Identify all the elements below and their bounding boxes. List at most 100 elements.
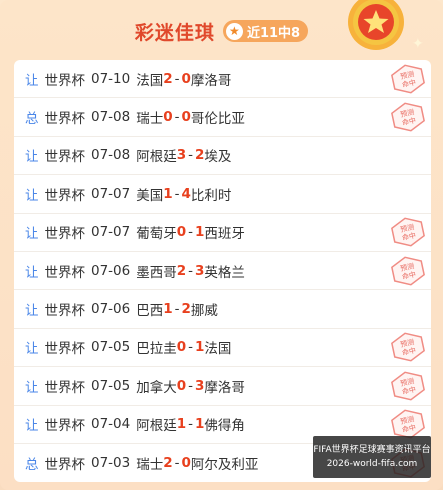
- home-score: 2: [163, 70, 173, 87]
- bet-type-label: 总: [25, 111, 39, 128]
- away-team: 挪威: [190, 303, 218, 320]
- away-team: 法国: [204, 341, 232, 358]
- match-date: 07-05: [91, 339, 131, 356]
- prediction-row[interactable]: 让 世界杯 07-05 加拿大 0 - 3 摩洛哥 预测 命中: [14, 367, 431, 406]
- watermark-line2: 2026-world-fifa.com: [326, 459, 418, 469]
- home-score: 1: [163, 301, 173, 318]
- home-team: 美国: [136, 187, 164, 204]
- home-team: 巴西: [136, 303, 164, 320]
- league-name: 世界杯: [44, 111, 86, 128]
- prediction-row[interactable]: 让 世界杯 07-07 葡萄牙 0 - 1 西班牙 预测 命中: [14, 214, 431, 252]
- home-team: 瑞士: [136, 111, 164, 128]
- league-name: 世界杯: [44, 303, 86, 320]
- away-score: 4: [181, 185, 191, 202]
- away-score: 0: [181, 109, 191, 126]
- league-name: 世界杯: [44, 187, 86, 204]
- bet-type-label: 让: [25, 418, 39, 435]
- away-team: 比利时: [190, 187, 232, 204]
- match-date: 07-05: [91, 377, 131, 394]
- bet-type-label: 让: [25, 264, 39, 281]
- match-date: 07-10: [91, 70, 131, 87]
- league-name: 世界杯: [44, 264, 86, 281]
- away-score: 1: [195, 416, 205, 433]
- prediction-row[interactable]: 让 世界杯 07-05 巴拉圭 0 - 1 法国 预测 命中: [14, 329, 431, 368]
- hit-stamp-icon: 预测命中: [391, 371, 425, 401]
- bet-type-label: 让: [25, 149, 39, 166]
- hit-stamp-icon: 预测命中: [391, 217, 425, 247]
- bet-type-label: 让: [25, 379, 39, 396]
- away-score: 3: [195, 377, 205, 394]
- away-team: 哥伦比亚: [190, 111, 245, 128]
- hit-stamp-icon: 预测命中: [391, 102, 425, 132]
- home-score: 0: [176, 339, 187, 356]
- hit-stamp-icon: 预测命中: [391, 256, 425, 286]
- watermark-line1: FIFA世界杯足球赛事资讯平台: [313, 445, 431, 455]
- prediction-row[interactable]: 让 世界杯 07-08 阿根廷 3 - 2 埃及: [14, 137, 431, 176]
- home-score: 1: [176, 416, 187, 433]
- score-separator: -: [188, 262, 194, 279]
- match-date: 07-08: [91, 147, 131, 164]
- bet-type-label: 让: [25, 226, 39, 243]
- home-score: 0: [176, 377, 187, 394]
- match-date: 07-06: [91, 301, 131, 318]
- prediction-row[interactable]: 让 世界杯 07-06 墨西哥 2 - 3 英格兰 预测 命中: [14, 252, 431, 291]
- match-date: 07-06: [91, 262, 131, 279]
- bet-type-label: 总: [25, 457, 39, 474]
- record-badge: ★ 近11中8: [222, 20, 309, 42]
- match-date: 07-03: [91, 455, 131, 472]
- league-name: 世界杯: [44, 379, 86, 396]
- home-score: 3: [176, 147, 187, 164]
- score-separator: -: [188, 147, 194, 164]
- prediction-row[interactable]: 让 世界杯 07-10 法国 2 - 0 摩洛哥 预测 命中: [14, 60, 431, 99]
- away-score: 0: [181, 455, 191, 472]
- away-score: 0: [181, 70, 191, 87]
- league-name: 世界杯: [44, 457, 86, 474]
- score-separator: -: [188, 339, 194, 356]
- home-score: 0: [176, 224, 187, 241]
- home-score: 2: [176, 262, 187, 279]
- prediction-row[interactable]: 总 世界杯 07-08 瑞士 0 - 0 哥伦比亚 预测 命中: [14, 98, 431, 137]
- medal-icon: [348, 0, 404, 50]
- home-team: 阿根廷: [136, 149, 177, 166]
- score-separator: -: [188, 377, 194, 394]
- home-score: 2: [163, 455, 173, 472]
- away-team: 摩洛哥: [204, 379, 245, 396]
- star-icon: ★: [225, 22, 243, 40]
- match-date: 07-07: [91, 185, 131, 202]
- away-team: 西班牙: [204, 226, 245, 243]
- predictions-panel: 彩迷佳琪 ★ 近11中8 ✦ 让 世界杯 07-10 法国 2 - 0 摩洛哥 …: [0, 0, 443, 490]
- league-name: 世界杯: [44, 226, 86, 243]
- home-team: 墨西哥: [136, 264, 177, 281]
- score-separator: -: [174, 109, 180, 126]
- bet-type-label: 让: [25, 187, 39, 204]
- bet-type-label: 让: [25, 341, 39, 358]
- match-date: 07-08: [91, 109, 131, 126]
- match-date: 07-04: [91, 416, 131, 433]
- prediction-row[interactable]: 让 世界杯 07-06 巴西 1 - 2 挪威: [14, 290, 431, 329]
- home-team: 加拿大: [136, 379, 177, 396]
- home-team: 瑞士: [136, 457, 164, 474]
- league-name: 世界杯: [44, 72, 86, 89]
- home-score: 1: [163, 185, 173, 202]
- hit-stamp-icon: 预测命中: [391, 332, 425, 362]
- league-name: 世界杯: [44, 418, 86, 435]
- home-team: 巴拉圭: [136, 341, 177, 358]
- expert-name[interactable]: 彩迷佳琪: [135, 18, 215, 45]
- away-score: 2: [195, 147, 205, 164]
- home-team: 阿根廷: [136, 418, 177, 435]
- league-name: 世界杯: [44, 149, 86, 166]
- away-team: 佛得角: [204, 418, 245, 435]
- hit-stamp-icon: 预测命中: [391, 64, 425, 94]
- away-score: 2: [181, 301, 191, 318]
- prediction-row[interactable]: 让 世界杯 07-07 美国 1 - 4 比利时: [14, 175, 431, 214]
- away-team: 阿尔及利亚: [190, 457, 259, 474]
- away-score: 3: [195, 262, 205, 279]
- bet-type-label: 让: [25, 303, 39, 320]
- home-team: 葡萄牙: [136, 226, 177, 243]
- score-separator: -: [174, 70, 180, 87]
- bet-type-label: 让: [25, 72, 39, 89]
- score-separator: -: [188, 224, 194, 241]
- score-separator: -: [174, 301, 180, 318]
- prediction-list: 让 世界杯 07-10 法国 2 - 0 摩洛哥 预测 命中 总 世界杯 07-0…: [14, 60, 431, 482]
- away-team: 摩洛哥: [190, 72, 232, 89]
